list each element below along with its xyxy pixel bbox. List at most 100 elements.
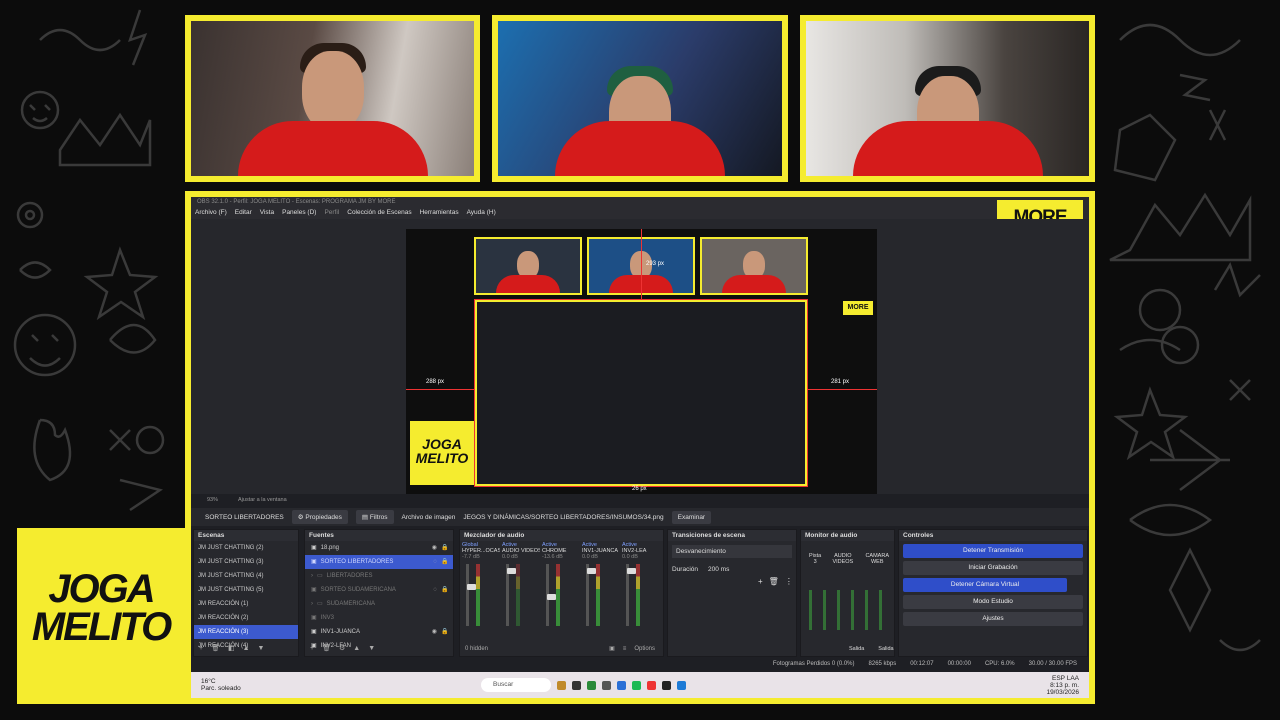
source-item[interactable]: ▣ INV3: [305, 611, 453, 625]
obs-preview-area[interactable]: MORE JOGA MELITO 293 px 288 px 281 px 26 …: [191, 219, 1089, 494]
add-transition-icon[interactable]: +: [758, 577, 763, 586]
add-source-icon[interactable]: +: [310, 642, 314, 656]
lock-icon[interactable]: 🔒: [441, 555, 449, 569]
volume-fader[interactable]: [466, 564, 476, 626]
fader-knob[interactable]: [627, 568, 636, 574]
move-up-icon[interactable]: ▲: [353, 642, 360, 656]
guide-right: [808, 389, 877, 390]
scene-item[interactable]: JM JUST CHATTING (4): [194, 569, 298, 583]
stream-layout: OBS 32.1.0 - Perfil: JOGA MELITO - Escen…: [0, 0, 1280, 720]
channel-db: -7.7 dB: [462, 554, 480, 560]
fader-knob[interactable]: [507, 568, 516, 574]
volume-fader[interactable]: [506, 564, 516, 626]
source-settings-icon[interactable]: ⚙: [339, 642, 345, 656]
menu-vista[interactable]: Vista: [260, 207, 274, 219]
options-button[interactable]: Options: [634, 642, 655, 656]
menu-archivo[interactable]: Archivo (F): [195, 207, 227, 219]
weather-widget[interactable]: 16°C Parc. soleado: [191, 678, 291, 692]
scene-item[interactable]: JM JUST CHATTING (2): [194, 541, 298, 555]
duration-input[interactable]: 200 ms: [708, 566, 729, 573]
stop-virtual-cam-button[interactable]: Detener Cámara Virtual: [903, 578, 1067, 592]
live-time: 00:12:07: [910, 661, 934, 667]
move-down-icon[interactable]: ▼: [258, 642, 265, 656]
scene-filters-icon[interactable]: ◧: [228, 642, 235, 656]
obs-icon[interactable]: [662, 680, 671, 690]
guide-top-label: 293 px: [646, 261, 665, 267]
image-source-icon: ▣: [311, 615, 317, 621]
visibility-icon[interactable]: ◉: [432, 541, 437, 555]
settings-button[interactable]: Ajustes: [903, 612, 1083, 626]
duration-row: Duración 200 ms: [668, 562, 796, 577]
zoom-mode[interactable]: Ajustar a la ventana: [238, 494, 287, 506]
expand-arrow-icon[interactable]: ›: [311, 569, 313, 583]
app-icon[interactable]: [677, 680, 686, 690]
menu-coleccion-escenas[interactable]: Colección de Escenas: [347, 207, 411, 219]
menu-ayuda[interactable]: Ayuda (H): [467, 207, 496, 219]
source-label: 18.png: [320, 545, 340, 551]
source-item[interactable]: ▣ SORTEO SUDAMERICANA ◌ 🔒: [305, 583, 453, 597]
visibility-icon[interactable]: ◌: [433, 555, 437, 569]
scene-item[interactable]: JM REACCIÓN (2): [194, 611, 298, 625]
spotify-icon[interactable]: [632, 680, 641, 690]
source-item-active[interactable]: ▣ SORTEO LIBERTADORES ◌ 🔒: [305, 555, 453, 569]
start-recording-button[interactable]: Iniciar Grabación: [903, 561, 1083, 575]
zoom-value[interactable]: 93%: [207, 494, 218, 506]
scene-item[interactable]: JM JUST CHATTING (3): [194, 555, 298, 569]
move-up-icon[interactable]: ▲: [243, 642, 250, 656]
source-item[interactable]: › ▭ LIBERTADORES: [305, 569, 453, 583]
lock-icon[interactable]: 🔒: [441, 541, 449, 555]
remove-scene-icon[interactable]: 🗑: [211, 642, 220, 656]
obs-preview-canvas[interactable]: MORE JOGA MELITO 293 px 288 px 281 px 26 …: [406, 229, 877, 494]
taskbar-search[interactable]: Buscar: [481, 678, 551, 692]
add-scene-icon[interactable]: +: [199, 642, 203, 656]
volume-fader[interactable]: [546, 564, 556, 626]
image-path-field[interactable]: JEGOS Y DINÁMICAS/SORTEO LIBERTADORES/IN…: [463, 514, 663, 521]
mixer-menu-icon[interactable]: ≡: [623, 642, 627, 656]
selection-box[interactable]: [474, 299, 808, 487]
app-icon[interactable]: [647, 680, 656, 690]
scene-item[interactable]: JM JUST CHATTING (5): [194, 583, 298, 597]
visibility-icon[interactable]: ◌: [433, 583, 437, 597]
properties-button[interactable]: ⚙ Propiedades: [291, 510, 348, 524]
menu-perfil[interactable]: Perfil: [324, 207, 339, 219]
remove-source-icon[interactable]: 🗑: [322, 642, 331, 656]
app-icon[interactable]: [617, 680, 626, 690]
volume-fader[interactable]: [586, 564, 596, 626]
fader-knob[interactable]: [587, 568, 596, 574]
app-icon[interactable]: [602, 680, 611, 690]
fader-knob[interactable]: [467, 584, 476, 590]
scene-item[interactable]: JM REACCIÓN (1): [194, 597, 298, 611]
move-down-icon[interactable]: ▼: [368, 642, 375, 656]
browse-button[interactable]: Examinar: [671, 510, 712, 524]
transition-menu-icon[interactable]: ⋮: [785, 577, 793, 586]
app-icon[interactable]: [557, 680, 566, 690]
volume-fader[interactable]: [626, 564, 636, 626]
preview-cam-host[interactable]: [474, 237, 582, 295]
menu-herramientas[interactable]: Herramientas: [420, 207, 459, 219]
stop-stream-button[interactable]: Detener Transmisión: [903, 544, 1083, 558]
menu-editar[interactable]: Editar: [235, 207, 252, 219]
source-item[interactable]: › ▭ SUDAMERICANA: [305, 597, 453, 611]
tray-lang[interactable]: ESP LAA: [1046, 675, 1079, 682]
tray-date[interactable]: 19/03/2026: [1046, 689, 1079, 696]
fader-knob[interactable]: [547, 594, 556, 600]
preview-joga-melito-logo: JOGA MELITO: [410, 421, 474, 485]
lock-icon[interactable]: 🔒: [441, 583, 449, 597]
source-item[interactable]: ▣ INV1-JUANCA ◉ 🔒: [305, 625, 453, 639]
visibility-icon[interactable]: ◉: [432, 625, 437, 639]
preview-cam-guest-2[interactable]: [700, 237, 808, 295]
scene-item-active[interactable]: JM REACCIÓN (3): [194, 625, 298, 639]
mixer-layout-icon[interactable]: ▣: [609, 642, 615, 656]
app-icon[interactable]: [572, 680, 581, 690]
system-tray: ESP LAA 8:13 p. m. 19/03/2026: [1046, 675, 1089, 696]
menu-paneles[interactable]: Paneles (D): [282, 207, 316, 219]
filters-button[interactable]: ▤ Filtros: [355, 510, 394, 524]
source-item[interactable]: ▣ 18.png ◉ 🔒: [305, 541, 453, 555]
app-icon[interactable]: [587, 680, 596, 690]
transition-select[interactable]: Desvanecimiento: [672, 545, 792, 558]
tray-time[interactable]: 8:13 p. m.: [1046, 682, 1079, 689]
lock-icon[interactable]: 🔒: [441, 625, 449, 639]
expand-arrow-icon[interactable]: ›: [311, 597, 313, 611]
studio-mode-button[interactable]: Modo Estudio: [903, 595, 1083, 609]
remove-transition-icon[interactable]: 🗑: [769, 577, 779, 586]
